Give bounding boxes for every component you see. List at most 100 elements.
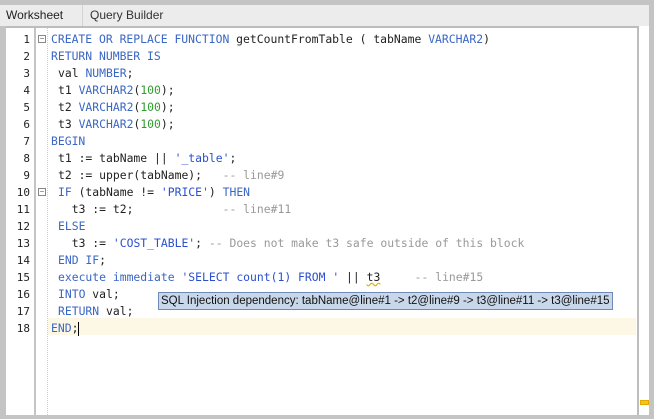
code-token: || — [339, 270, 367, 284]
sql-injection-tooltip: SQL Injection dependency: tabName@line#1… — [158, 292, 613, 310]
code-token: 100 — [140, 100, 161, 114]
line-number: 2 — [23, 50, 30, 63]
code-line[interactable]: ELSE — [58, 218, 85, 235]
code-token: IF — [58, 185, 79, 199]
code-token: ; — [126, 66, 134, 80]
indent-guide — [47, 28, 48, 415]
code-token: THEN — [222, 185, 251, 199]
line-number: 5 — [23, 101, 30, 114]
line-number: 18 — [16, 322, 30, 335]
code-line[interactable]: t1 VARCHAR2(100); — [58, 82, 175, 99]
line-number: 12 — [16, 220, 30, 233]
tab-worksheet[interactable]: Worksheet — [0, 5, 83, 26]
code-token: t3 := — [58, 236, 113, 250]
code-token: END IF — [58, 253, 100, 267]
code-token: -- Does not make t3 safe outside of this… — [208, 236, 525, 250]
code-token: val — [58, 66, 86, 80]
code-token: VARCHAR2 — [78, 83, 134, 97]
code-line[interactable]: RETURN val; — [58, 303, 133, 320]
line-number: 9 — [23, 169, 30, 182]
code-line[interactable]: BEGIN — [51, 133, 85, 150]
code-token: ); — [160, 100, 175, 114]
code-token: getCountFromTable ( tabName — [236, 32, 429, 46]
line-number: 1 — [23, 33, 30, 46]
code-token: 100 — [140, 83, 161, 97]
code-token: -- line#9 — [222, 168, 285, 182]
code-token: VARCHAR2 — [78, 100, 134, 114]
line-number: 14 — [16, 254, 30, 267]
code-line[interactable]: t3 VARCHAR2(100); — [58, 116, 175, 133]
code-token: execute immediate — [58, 270, 182, 284]
code-line[interactable]: t2 VARCHAR2(100); — [58, 99, 175, 116]
code-token: 'COST_TABLE' — [112, 236, 196, 250]
tab-query-builder[interactable]: Query Builder — [84, 5, 169, 26]
code-line[interactable]: END; — [51, 320, 80, 337]
code-line[interactable]: t2 := upper(tabName); -- line#9 — [58, 167, 284, 184]
code-line[interactable]: INTO val; — [58, 286, 120, 303]
line-number: 17 — [16, 305, 30, 318]
code-token: VARCHAR2 — [428, 32, 484, 46]
code-token: (tabName != — [78, 185, 161, 199]
fold-toggle-icon[interactable]: − — [38, 35, 46, 43]
code-token: 100 — [140, 117, 161, 131]
code-token: 'PRICE' — [160, 185, 209, 199]
line-number: 6 — [23, 118, 30, 131]
code-line[interactable]: t3 := 'COST_TABLE'; -- Does not make t3 … — [58, 235, 525, 252]
fold-toggle-icon[interactable]: − — [38, 188, 46, 196]
code-token: val; — [106, 304, 134, 318]
warning-marker[interactable] — [640, 400, 649, 405]
code-token: val; — [92, 287, 120, 301]
line-number: 7 — [23, 135, 30, 148]
code-token: -- line#15 — [414, 270, 484, 284]
line-number: 3 — [23, 67, 30, 80]
line-number: 8 — [23, 152, 30, 165]
code-token: t3 — [58, 117, 79, 131]
code-token: t1 := tabName || — [58, 151, 175, 165]
code-line[interactable]: IF (tabName != 'PRICE') THEN — [58, 184, 250, 201]
code-line[interactable]: execute immediate 'SELECT count(1) FROM … — [58, 269, 483, 286]
code-token: t2 — [58, 100, 79, 114]
code-token: END — [51, 321, 72, 335]
line-number-gutter: 1 2 3 4 5 6 7 8 9 10 11 12 13 14 15 16 17 18 — [6, 28, 36, 415]
code-token: VARCHAR2 — [78, 117, 134, 131]
code-token: t1 — [58, 83, 79, 97]
code-line[interactable]: val NUMBER; — [58, 65, 133, 82]
code-line[interactable]: t1 := tabName || '_table'; — [58, 150, 236, 167]
code-token: BEGIN — [51, 134, 86, 148]
code-line[interactable]: END IF; — [58, 252, 106, 269]
text-caret — [78, 321, 80, 336]
overview-ruler[interactable] — [639, 26, 649, 415]
code-line[interactable]: CREATE OR REPLACE FUNCTION getCountFromT… — [51, 31, 490, 48]
code-token: ; — [71, 321, 79, 335]
code-token: ELSE — [58, 219, 86, 233]
code-token: ) — [483, 32, 490, 46]
code-token: RETURN — [58, 304, 107, 318]
code-token: t3 := t2; — [58, 202, 223, 216]
code-token: ) — [208, 185, 223, 199]
tab-bar: Worksheet Query Builder — [0, 5, 649, 26]
code-token: ; — [229, 151, 237, 165]
code-token: CREATE OR REPLACE FUNCTION — [51, 32, 237, 46]
line-number: 11 — [16, 203, 30, 216]
code-token: ); — [160, 117, 175, 131]
line-number: 16 — [16, 288, 30, 301]
code-line[interactable]: RETURN NUMBER IS — [51, 48, 161, 65]
current-line-highlight — [48, 318, 636, 335]
code-token: t2 := upper(tabName); — [58, 168, 223, 182]
line-number: 13 — [16, 237, 30, 250]
code-token: ); — [160, 83, 175, 97]
code-line[interactable]: t3 := t2; -- line#11 — [58, 201, 291, 218]
line-number: 4 — [23, 84, 30, 97]
code-editor[interactable]: 1 2 3 4 5 6 7 8 9 10 11 12 13 14 15 16 17 18 CREATE OR RE… — [6, 26, 639, 415]
code-token: 'SELECT count(1) FROM ' — [181, 270, 340, 284]
code-token: INTO — [58, 287, 93, 301]
line-number: 15 — [16, 271, 30, 284]
code-token: '_table' — [174, 151, 230, 165]
code-token: ; — [195, 236, 209, 250]
code-token: RETURN NUMBER IS — [51, 49, 161, 63]
code-token: -- line#11 — [222, 202, 292, 216]
code-token: ; — [99, 253, 107, 267]
line-number: 10 — [16, 186, 30, 199]
code-token: NUMBER — [85, 66, 127, 80]
